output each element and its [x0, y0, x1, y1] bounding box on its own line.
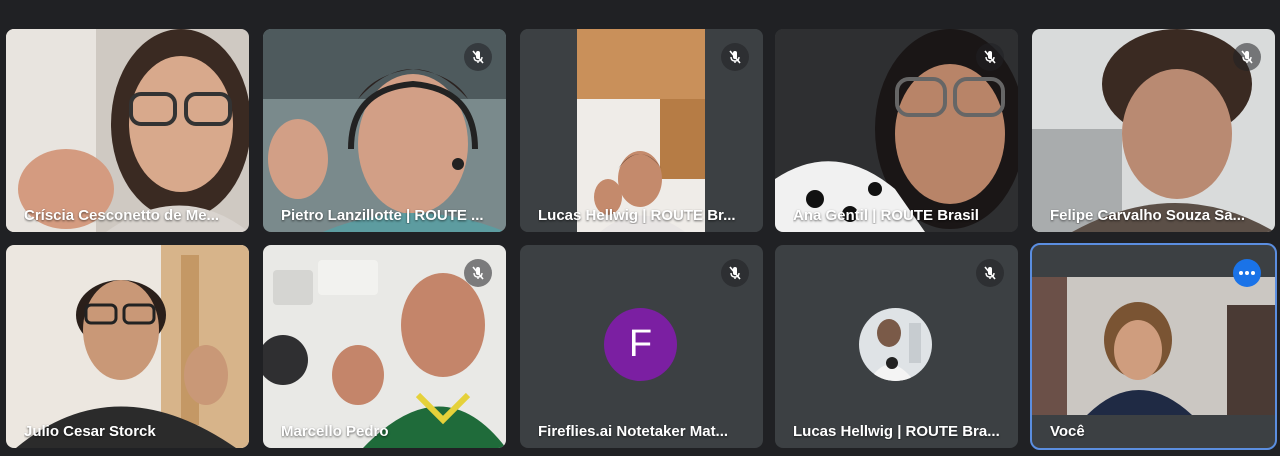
- participant-name: Marcello Pedro: [281, 423, 389, 440]
- participant-name: Julio Cesar Storck: [24, 423, 156, 440]
- mic-off-icon: [1233, 43, 1261, 71]
- participant-tile-marcello[interactable]: Marcello Pedro: [263, 245, 506, 448]
- avatar: [859, 308, 932, 381]
- participant-tile-felipe[interactable]: Felipe Carvalho Souza Sa...: [1032, 29, 1275, 232]
- participant-name: Fireflies.ai Notetaker Mat...: [538, 423, 729, 440]
- mic-off-icon: [721, 43, 749, 71]
- participant-tile-fireflies[interactable]: F Fireflies.ai Notetaker Mat...: [520, 245, 763, 448]
- participant-video: [6, 245, 249, 448]
- participant-name: Lucas Hellwig | ROUTE Bra...: [793, 423, 1000, 440]
- participant-grid: Críscia Cesconetto de Me... Pietro Lanzi…: [0, 0, 1280, 456]
- participant-tile-julio[interactable]: Julio Cesar Storck: [6, 245, 249, 448]
- participant-name: Você: [1050, 423, 1085, 440]
- mic-off-icon: [464, 43, 492, 71]
- participant-tile-ana[interactable]: Ana Gentil | ROUTE Brasil: [775, 29, 1018, 232]
- more-options-button[interactable]: [1233, 259, 1261, 287]
- avatar: F: [604, 308, 677, 381]
- participant-tile-lucas-2[interactable]: Lucas Hellwig | ROUTE Bra...: [775, 245, 1018, 448]
- more-options-icon: [1239, 271, 1243, 275]
- participant-tile-self[interactable]: Você: [1030, 243, 1277, 450]
- participant-name: Ana Gentil | ROUTE Brasil: [793, 207, 979, 224]
- mic-off-icon: [464, 259, 492, 287]
- participant-tile-criscia[interactable]: Críscia Cesconetto de Me...: [6, 29, 249, 232]
- mic-off-icon: [976, 259, 1004, 287]
- participant-name: Felipe Carvalho Souza Sa...: [1050, 207, 1246, 224]
- participant-tile-pietro[interactable]: Pietro Lanzillotte | ROUTE ...: [263, 29, 506, 232]
- participant-tile-lucas[interactable]: Lucas Hellwig | ROUTE Br...: [520, 29, 763, 232]
- mic-off-icon: [721, 259, 749, 287]
- participant-name: Pietro Lanzillotte | ROUTE ...: [281, 207, 484, 224]
- participant-name: Lucas Hellwig | ROUTE Br...: [538, 207, 736, 224]
- mic-off-icon: [976, 43, 1004, 71]
- participant-name: Críscia Cesconetto de Me...: [24, 207, 220, 224]
- participant-video: [6, 29, 249, 232]
